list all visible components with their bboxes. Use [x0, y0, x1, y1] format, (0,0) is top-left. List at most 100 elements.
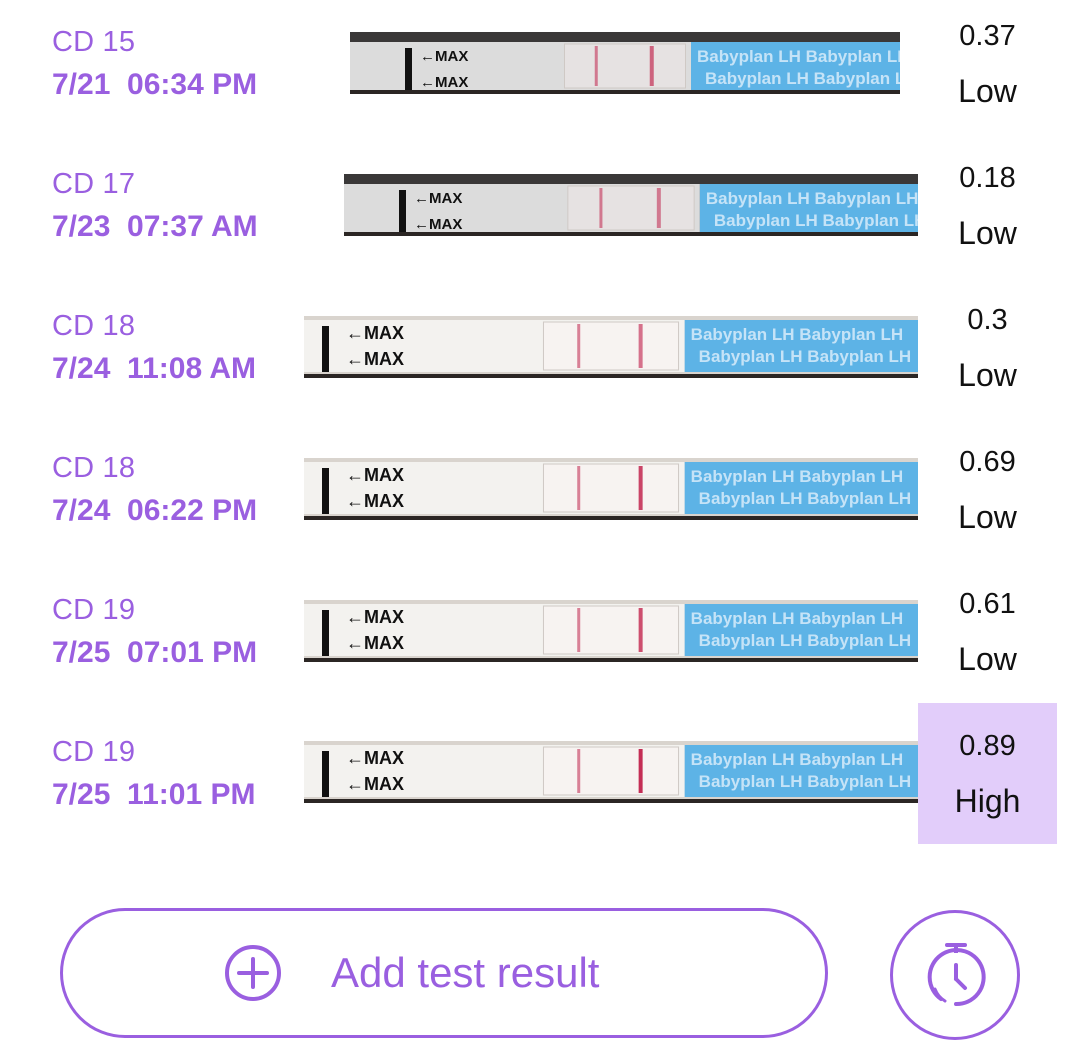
test-strip-image: ←MAX ←MAX Babyplan LH Babyplan LH Babyplan …	[304, 741, 918, 803]
strip-max-label: ←MAX	[346, 491, 404, 511]
test-strip-image: ←MAX ←MAX Babyplan LH Babyplan LH Babyplan …	[304, 316, 918, 378]
strip-shadow	[350, 90, 900, 94]
test-datetime: 7/23 07:37 AM	[52, 210, 258, 243]
strip-max-label: ←MAX	[346, 748, 404, 768]
cycle-day-label: CD 18	[52, 310, 136, 342]
add-test-result-button[interactable]: Add test result	[60, 908, 828, 1038]
strip-marker	[405, 48, 412, 90]
control-line	[599, 188, 603, 228]
test-datetime: 7/24 06:22 PM	[52, 494, 258, 527]
cycle-day-label: CD 18	[52, 452, 136, 484]
strip-window	[564, 43, 686, 89]
result-row[interactable]: CD 18 7/24 11:08 AM ←MAX ←MAX Babyplan LH …	[0, 284, 1080, 426]
test-datetime: 7/25 11:01 PM	[52, 778, 256, 811]
result-row[interactable]: CD 18 7/24 06:22 PM ←MAX ←MAX Babyplan LH …	[0, 426, 1080, 568]
result-level: Low	[958, 357, 1017, 393]
strip-brand-label: Babyplan LH Babyplan LH	[697, 47, 900, 66]
test-strip-image: ←MAX ←MAX Babyplan LH Babyplan LH Babyplan …	[304, 600, 918, 662]
strip-max-label: ←MAX	[414, 216, 462, 233]
strip-brand-label: Babyplan LH Babyplan LH	[691, 750, 904, 769]
add-test-result-label: Add test result	[331, 949, 600, 996]
strip-max-label: ←MAX	[346, 349, 404, 369]
strip-brand-label: Babyplan LH Babyplan LH	[691, 467, 904, 486]
test-strip-photo[interactable]: ←MAX ←MAX Babyplan LH Babyplan LH Babyplan …	[350, 32, 900, 94]
result-level: Low	[958, 73, 1017, 109]
result-value: 0.61	[959, 588, 1016, 620]
result-value-box: 0.3 Low	[918, 284, 1057, 426]
strip-marker	[322, 610, 329, 656]
result-value: 0.3	[967, 304, 1008, 336]
test-datetime: 7/25 07:01 PM	[52, 636, 258, 669]
strip-brand-label: Babyplan LH Babyplan LH	[691, 609, 904, 628]
result-value: 0.37	[959, 20, 1016, 52]
strip-max-label: ←MAX	[346, 465, 404, 485]
strip-shadow	[344, 232, 918, 236]
test-strip-photo[interactable]: ←MAX ←MAX Babyplan LH Babyplan LH Babyplan …	[344, 174, 918, 236]
result-row[interactable]: CD 17 7/23 07:37 AM ←MAX ←MAX Babyplan LH …	[0, 142, 1080, 284]
test-datetime: 7/24 11:08 AM	[52, 352, 257, 385]
result-value-box: 0.37 Low	[918, 0, 1057, 142]
result-level: Low	[958, 499, 1017, 535]
cycle-day-label: CD 19	[52, 594, 136, 626]
strip-window	[542, 746, 680, 796]
strip-brand-label: Babyplan LH Babyplan LH	[699, 347, 912, 366]
result-value-box: 0.69 Low	[918, 426, 1057, 568]
result-row[interactable]: CD 19 7/25 11:01 PM ←MAX ←MAX Babyplan LH …	[0, 703, 1080, 844]
strip-brand-label: Babyplan LH Babyplan LH	[714, 211, 918, 230]
control-line	[577, 749, 581, 793]
strip-shadow	[304, 516, 918, 520]
timer-button[interactable]	[890, 910, 1020, 1040]
strip-shadow	[304, 799, 918, 803]
strip-brand-label: Babyplan LH Babyplan LH	[699, 489, 912, 508]
strip-max-label: ←MAX	[420, 48, 468, 65]
result-row[interactable]: CD 15 7/21 06:34 PM ←MAX ←MAX Babyplan LH …	[0, 0, 1080, 142]
test-line	[656, 188, 661, 228]
strip-marker	[322, 468, 329, 514]
control-line	[577, 608, 581, 652]
result-value-box: 0.61 Low	[918, 568, 1057, 710]
test-strip-image: ←MAX ←MAX Babyplan LH Babyplan LH Babyplan …	[304, 458, 918, 520]
cycle-day-label: CD 19	[52, 736, 136, 768]
test-strip-photo[interactable]: ←MAX ←MAX Babyplan LH Babyplan LH Babyplan …	[304, 316, 918, 378]
strip-max-label: ←MAX	[414, 190, 462, 207]
test-strip-photo[interactable]: ←MAX ←MAX Babyplan LH Babyplan LH Babyplan …	[304, 741, 918, 803]
test-strip-image: ←MAX ←MAX Babyplan LH Babyplan LH Babyplan …	[344, 174, 918, 236]
stopwatch-icon	[927, 943, 986, 1007]
test-strip-image: ←MAX ←MAX Babyplan LH Babyplan LH Babyplan …	[350, 32, 900, 94]
result-level: Low	[958, 215, 1017, 251]
strip-brand-label: Babyplan LH Babyplan LH	[705, 69, 900, 88]
result-level: Low	[958, 641, 1017, 677]
strip-brand-label: Babyplan LH Babyplan LH	[699, 631, 912, 650]
test-line	[638, 466, 643, 510]
strip-window	[542, 463, 680, 513]
strip-max-label: ←MAX	[346, 323, 404, 343]
strip-brand-label: Babyplan LH Babyplan LH	[691, 325, 904, 344]
test-line	[638, 608, 643, 652]
control-line	[577, 466, 581, 510]
strip-marker	[322, 326, 329, 372]
test-line	[649, 46, 654, 86]
result-level: High	[954, 783, 1021, 819]
strip-max-label: ←MAX	[420, 74, 468, 91]
strip-marker	[399, 190, 406, 232]
test-line	[638, 749, 643, 793]
test-strip-photo[interactable]: ←MAX ←MAX Babyplan LH Babyplan LH Babyplan …	[304, 458, 918, 520]
result-row[interactable]: CD 19 7/25 07:01 PM ←MAX ←MAX Babyplan LH …	[0, 568, 1080, 710]
test-strip-photo[interactable]: ←MAX ←MAX Babyplan LH Babyplan LH Babyplan …	[304, 600, 918, 662]
result-value-box: 0.18 Low	[918, 142, 1057, 284]
strip-marker	[322, 751, 329, 797]
strip-window	[542, 321, 680, 371]
strip-window	[567, 185, 695, 231]
strip-brand-label: Babyplan LH Babyplan LH	[699, 772, 912, 791]
strip-brand-label: Babyplan LH Babyplan LH	[706, 189, 918, 208]
test-results-screen: CD 15 7/21 06:34 PM ←MAX ←MAX Babyplan LH …	[0, 0, 1080, 1061]
strip-max-label: ←MAX	[346, 774, 404, 794]
control-line	[577, 324, 581, 368]
strip-max-label: ←MAX	[346, 607, 404, 627]
cycle-day-label: CD 17	[52, 168, 136, 200]
test-line	[638, 324, 643, 368]
strip-shadow	[304, 374, 918, 378]
test-datetime: 7/21 06:34 PM	[52, 68, 258, 101]
strip-max-label: ←MAX	[346, 633, 404, 653]
control-line	[594, 46, 598, 86]
